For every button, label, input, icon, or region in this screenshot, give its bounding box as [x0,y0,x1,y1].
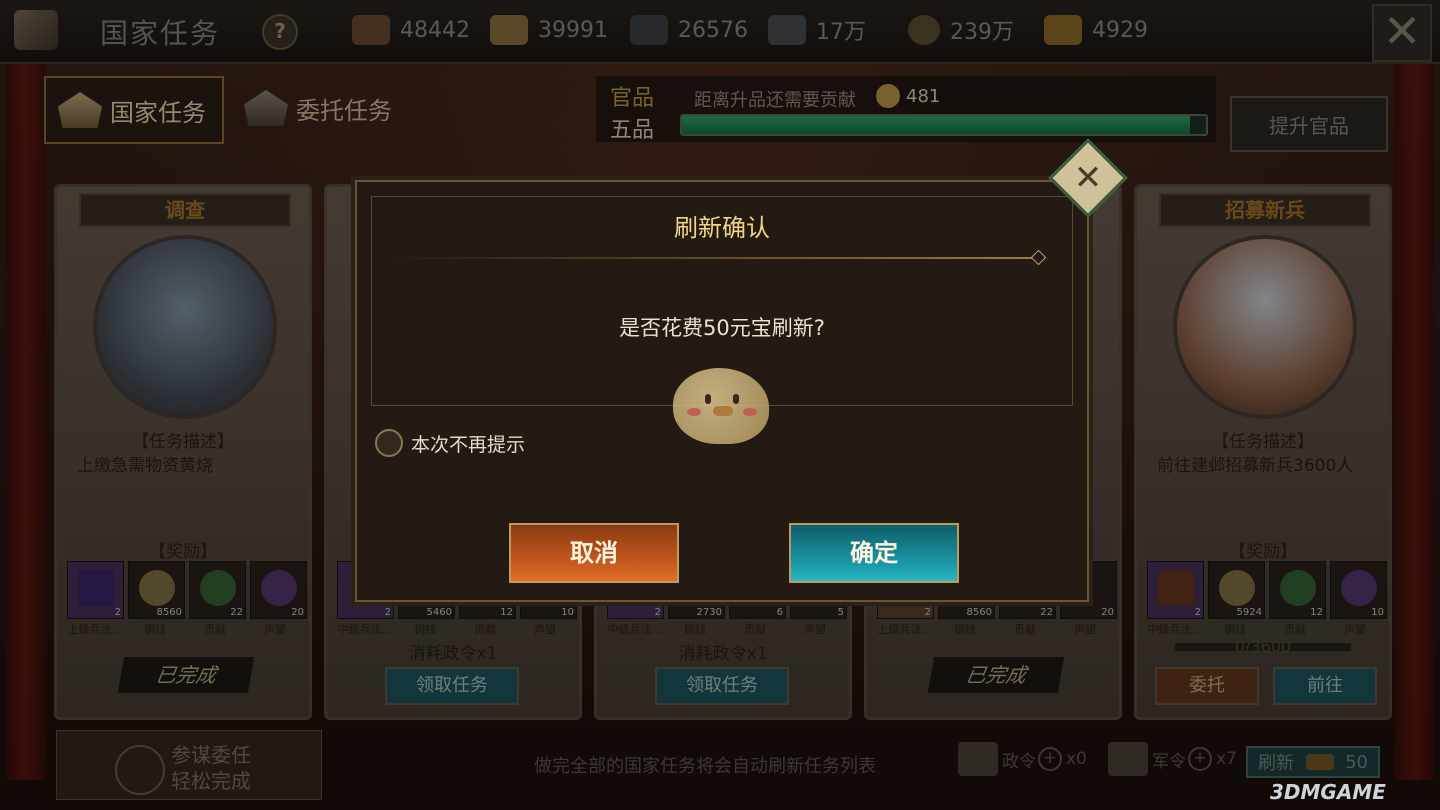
confirm-button[interactable]: 确定 [789,523,959,583]
dont-remind-checkbox[interactable] [375,429,403,457]
watermark: 3DMGAME [1270,780,1386,804]
title-divider [387,257,1037,259]
close-icon: ✕ [1073,158,1103,198]
cancel-button[interactable]: 取消 [509,523,679,583]
dialog-title: 刷新确认 [674,214,770,242]
refresh-confirm-dialog: 刷新确认 是否花费50元宝刷新? 本次不再提示 取消 确定 [355,180,1089,602]
dialog-message: 是否花费50元宝刷新? [619,316,825,340]
dont-remind-label[interactable]: 本次不再提示 [411,430,525,457]
mascot-bird-icon [673,368,769,444]
